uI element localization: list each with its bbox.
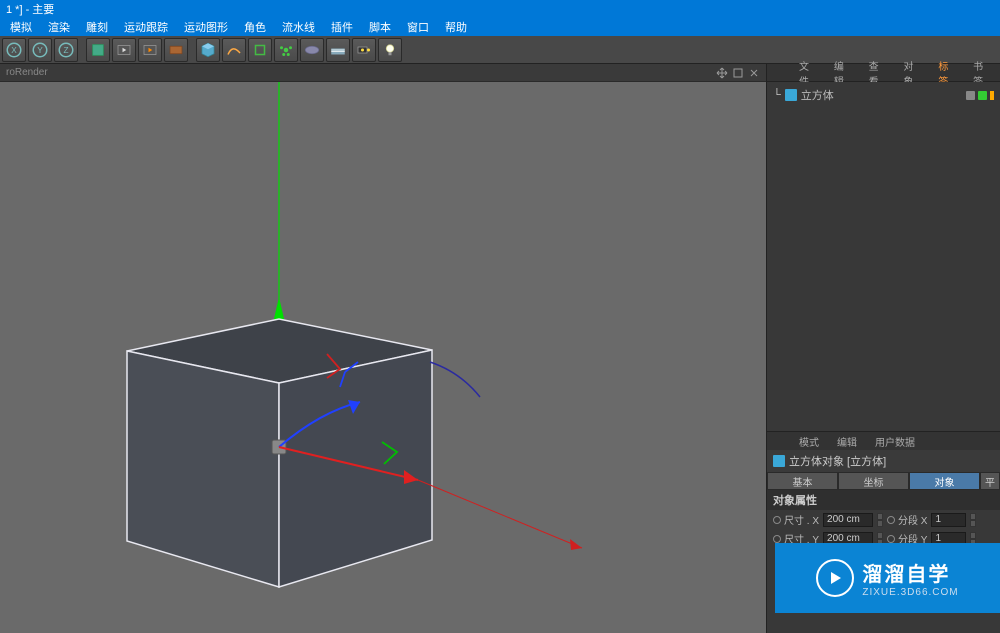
viewport-panel: roRender xyxy=(0,64,766,633)
menu-motiontracker[interactable]: 运动跟踪 xyxy=(116,19,176,35)
tree-item-tags xyxy=(966,91,994,100)
render-tag-icon[interactable] xyxy=(990,91,994,100)
svg-text:Y: Y xyxy=(37,46,43,55)
prop-row-size-x: 尺寸 . X 200 cm 分段 X 1 xyxy=(767,510,1000,529)
add-spline-button[interactable] xyxy=(222,38,246,62)
menu-sculpt[interactable]: 雕刻 xyxy=(78,19,116,35)
prop-tab-coord[interactable]: 坐标 xyxy=(838,472,909,490)
tree-item-cube[interactable]: └ 立方体 xyxy=(773,86,994,104)
window-title-bar: 1 *] - 主要 xyxy=(0,0,1000,18)
add-cube-button[interactable] xyxy=(196,38,220,62)
radio-icon[interactable] xyxy=(773,516,781,524)
hierarchy-toggle-icon[interactable]: └ xyxy=(773,89,781,101)
menu-plugins[interactable]: 插件 xyxy=(323,19,361,35)
add-deformer-button[interactable] xyxy=(274,38,298,62)
cube-gizmo xyxy=(0,82,766,633)
spinner-seg-x[interactable] xyxy=(970,513,976,527)
label-seg-x: 分段 X xyxy=(898,512,927,527)
maximize-icon[interactable] xyxy=(732,67,744,79)
attr-tab-edit[interactable]: 编辑 xyxy=(831,434,863,449)
render-button[interactable] xyxy=(112,38,136,62)
menu-character[interactable]: 角色 xyxy=(236,19,274,35)
prop-tab-object[interactable]: 对象 xyxy=(909,472,980,490)
menu-render[interactable]: 渲染 xyxy=(40,19,78,35)
viewport-renderer-label: roRender xyxy=(6,67,48,78)
attr-tab-userdata[interactable]: 用户数据 xyxy=(869,434,921,449)
section-object-properties: 对象属性 xyxy=(767,490,1000,510)
viewport-3d[interactable] xyxy=(0,82,766,633)
cube-icon xyxy=(785,89,797,101)
radio-icon[interactable] xyxy=(887,535,895,543)
tree-item-label: 立方体 xyxy=(801,87,834,103)
move-icon[interactable] xyxy=(716,67,728,79)
add-environment-button[interactable] xyxy=(300,38,324,62)
add-floor-button[interactable] xyxy=(326,38,350,62)
axis-z-button[interactable]: Z xyxy=(54,38,78,62)
cube-primitive-button[interactable] xyxy=(86,38,110,62)
attr-tab-mode[interactable]: 模式 xyxy=(793,434,825,449)
render-region-button[interactable] xyxy=(138,38,162,62)
watermark-banner: 溜溜自学 ZIXUE.3D66.COM xyxy=(775,543,1000,613)
menu-simulate[interactable]: 模拟 xyxy=(2,19,40,35)
object-manager-menu: 文件 编辑 查看 对象 标签 书签 xyxy=(767,64,1000,82)
menu-bar: 模拟 渲染 雕刻 运动跟踪 运动图形 角色 流水线 插件 脚本 窗口 帮助 xyxy=(0,18,1000,36)
add-light-button[interactable] xyxy=(378,38,402,62)
attribute-header: 立方体对象 [立方体] xyxy=(767,450,1000,472)
menu-mograph[interactable]: 运动图形 xyxy=(176,19,236,35)
add-generator-button[interactable] xyxy=(248,38,272,62)
close-icon[interactable] xyxy=(748,67,760,79)
radio-icon[interactable] xyxy=(773,535,781,543)
svg-text:Z: Z xyxy=(63,46,68,55)
object-tree[interactable]: └ 立方体 xyxy=(767,82,1000,432)
visibility-tag-icon[interactable] xyxy=(966,91,975,100)
spinner-size-x[interactable] xyxy=(877,513,883,527)
menu-pipeline[interactable]: 流水线 xyxy=(274,19,323,35)
viewport-header: roRender xyxy=(0,64,766,82)
enable-tag-icon[interactable] xyxy=(978,91,987,100)
label-size-x: 尺寸 . X xyxy=(784,512,819,527)
grip-icon[interactable] xyxy=(771,439,783,444)
grip-icon[interactable] xyxy=(771,70,783,75)
prop-tab-basic[interactable]: 基本 xyxy=(767,472,838,490)
play-icon xyxy=(816,559,854,597)
watermark-url: ZIXUE.3D66.COM xyxy=(862,587,958,598)
menu-help[interactable]: 帮助 xyxy=(437,19,475,35)
input-seg-x[interactable]: 1 xyxy=(931,513,966,527)
menu-window[interactable]: 窗口 xyxy=(399,19,437,35)
menu-script[interactable]: 脚本 xyxy=(361,19,399,35)
radio-icon[interactable] xyxy=(887,516,895,524)
attribute-manager-menu: 模式 编辑 用户数据 xyxy=(767,432,1000,450)
cube-icon xyxy=(773,455,785,467)
axis-x-button[interactable]: X xyxy=(2,38,26,62)
attribute-title: 立方体对象 [立方体] xyxy=(789,453,886,469)
watermark-title: 溜溜自学 xyxy=(862,558,958,587)
svg-text:X: X xyxy=(11,46,17,55)
prop-tab-smooth[interactable]: 平 xyxy=(980,472,1000,490)
axis-y-button[interactable]: Y xyxy=(28,38,52,62)
render-settings-button[interactable] xyxy=(164,38,188,62)
window-title: 1 *] - 主要 xyxy=(6,1,54,17)
add-camera-button[interactable] xyxy=(352,38,376,62)
input-size-x[interactable]: 200 cm xyxy=(823,513,873,527)
attribute-tabs: 基本 坐标 对象 平 xyxy=(767,472,1000,490)
